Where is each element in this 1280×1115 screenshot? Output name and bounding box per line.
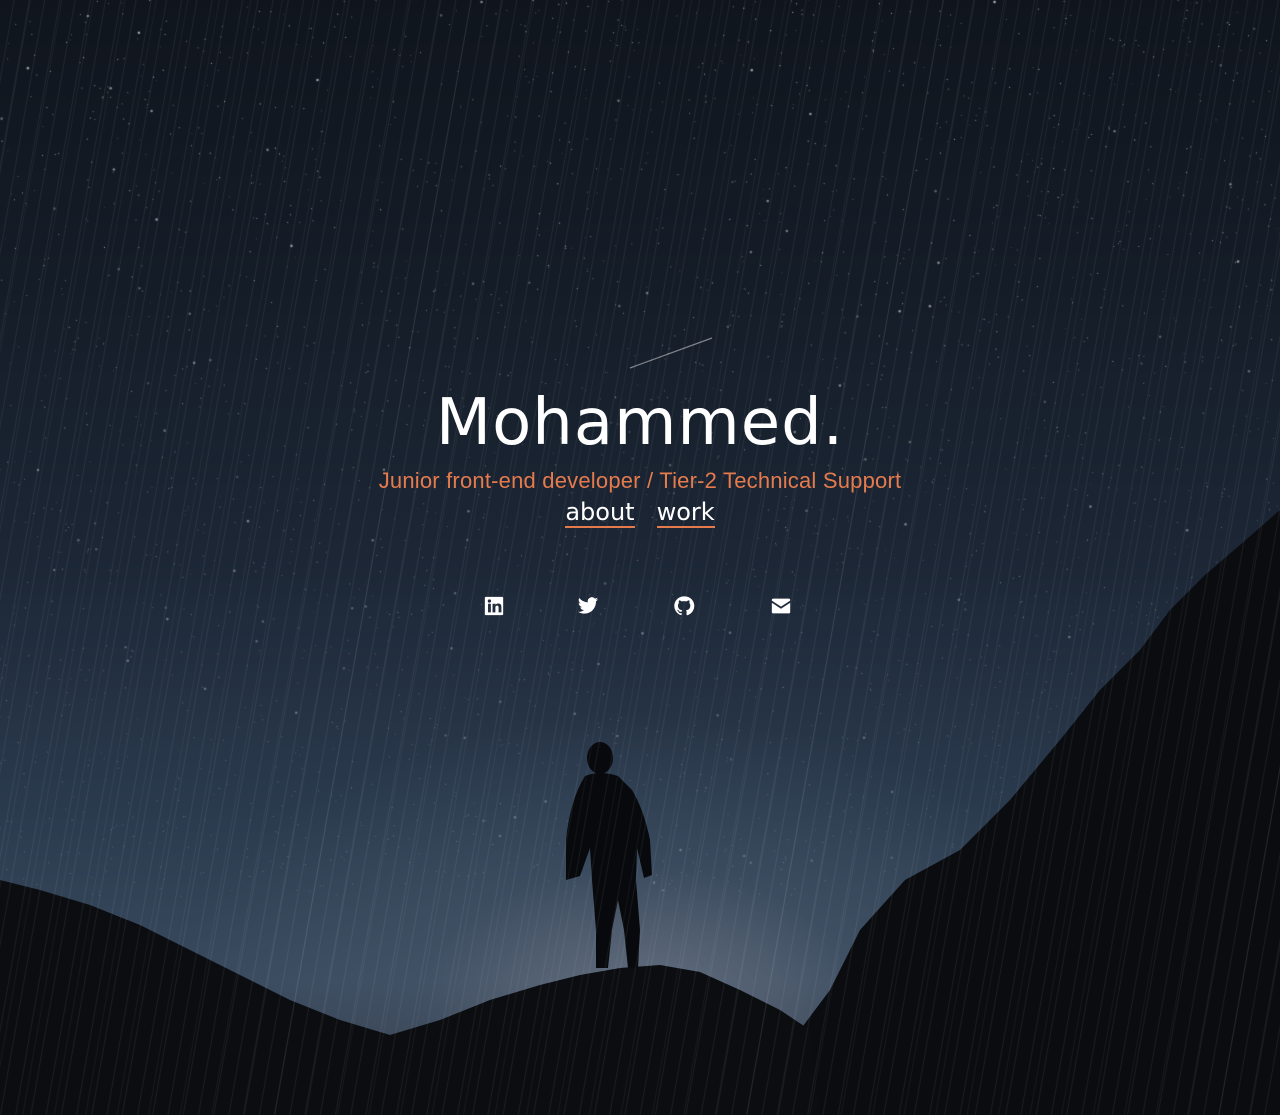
github-link[interactable]	[668, 590, 700, 622]
person-silhouette	[566, 742, 652, 968]
hero-subtitle: Junior front-end developer / Tier-2 Tech…	[378, 468, 902, 493]
social-links	[0, 590, 1280, 622]
main-nav: about work	[0, 496, 1280, 532]
email-link[interactable]	[765, 590, 797, 622]
nav-about-link[interactable]: about	[565, 498, 635, 528]
envelope-icon	[771, 598, 791, 614]
linkedin-link[interactable]	[478, 590, 510, 622]
github-icon	[674, 596, 695, 616]
hero-name: Mohammed.	[435, 386, 845, 460]
hero-background: Mohammed. Junior front-end developer / T…	[0, 0, 1280, 1115]
twitter-icon	[577, 597, 599, 614]
hero-section: Mohammed. Junior front-end developer / T…	[0, 378, 1280, 532]
twitter-link[interactable]	[572, 590, 604, 622]
mountain-silhouette	[0, 337, 1280, 1115]
linkedin-icon	[484, 596, 504, 616]
nav-work-link[interactable]: work	[656, 498, 715, 528]
